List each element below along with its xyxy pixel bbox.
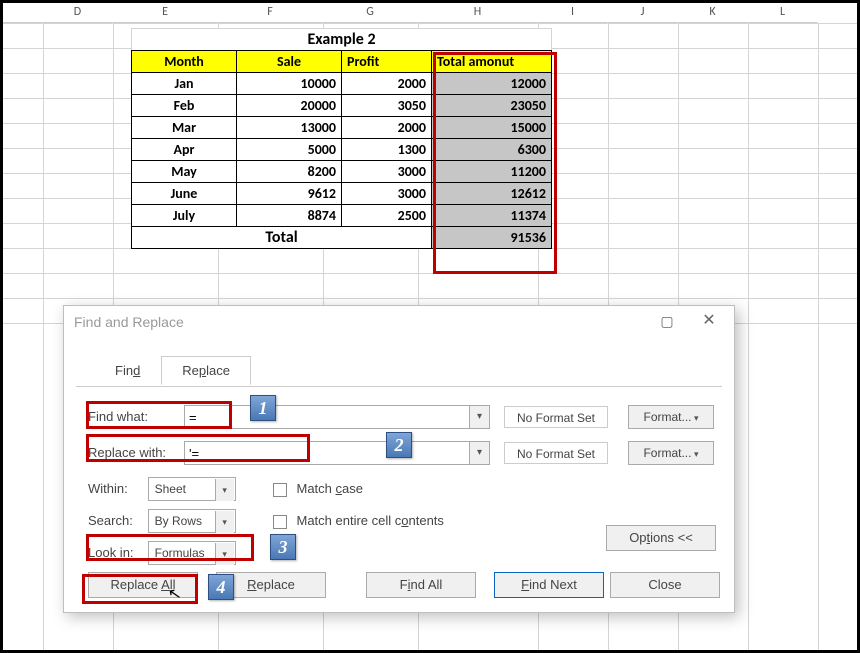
find-replace-dialog: Find and Replace ▢ ✕ Find Replace Find w… bbox=[63, 305, 735, 613]
maximize-icon[interactable]: ▢ bbox=[646, 308, 688, 334]
look-in-select[interactable]: Formulas bbox=[148, 541, 236, 565]
replace-with-input[interactable] bbox=[184, 441, 470, 465]
header-total: Total amonut bbox=[432, 51, 552, 73]
match-case-label: Match case bbox=[297, 481, 363, 496]
col-header[interactable]: H bbox=[418, 3, 538, 23]
cell-total[interactable]: 11200 bbox=[432, 161, 552, 183]
find-all-button[interactable]: Find All bbox=[366, 572, 476, 598]
find-what-input[interactable] bbox=[184, 405, 470, 429]
options-button[interactable]: Options << bbox=[606, 525, 716, 551]
replace-with-label: Replace with: bbox=[88, 441, 170, 460]
table-footer-row: Total 91536 bbox=[132, 227, 552, 249]
find-what-dropdown-icon[interactable]: ▾ bbox=[470, 405, 490, 429]
cell-sale[interactable]: 8874 bbox=[237, 205, 342, 227]
callout-number-4: 4 bbox=[208, 574, 234, 600]
col-header[interactable]: I bbox=[538, 3, 608, 23]
cell-profit[interactable]: 2500 bbox=[342, 205, 432, 227]
cell-total[interactable]: 12612 bbox=[432, 183, 552, 205]
find-format-button[interactable]: Format... bbox=[628, 405, 714, 429]
dialog-panel: Find what: ▾ No Format Set Format... Rep… bbox=[76, 386, 722, 562]
table-row[interactable]: June9612300012612 bbox=[132, 183, 552, 205]
header-profit: Profit bbox=[342, 51, 432, 73]
cell-month[interactable]: Apr bbox=[132, 139, 237, 161]
table-title-row: Example 2 bbox=[132, 29, 552, 51]
cell-month[interactable]: May bbox=[132, 161, 237, 183]
search-label: Search: bbox=[88, 509, 144, 528]
cell-sale[interactable]: 10000 bbox=[237, 73, 342, 95]
cell-total[interactable]: 11374 bbox=[432, 205, 552, 227]
match-entire-label: Match entire cell contents bbox=[297, 513, 444, 528]
header-month: Month bbox=[132, 51, 237, 73]
close-icon[interactable]: ✕ bbox=[688, 308, 730, 334]
tab-find[interactable]: Find bbox=[94, 356, 161, 385]
data-table[interactable]: Example 2 Month Sale Profit Total amonut… bbox=[131, 28, 552, 249]
col-header[interactable]: E bbox=[113, 3, 218, 23]
table-title: Example 2 bbox=[132, 29, 552, 51]
table-header-row: Month Sale Profit Total amonut bbox=[132, 51, 552, 73]
col-header[interactable]: L bbox=[748, 3, 818, 23]
table-row[interactable]: May8200300011200 bbox=[132, 161, 552, 183]
cell-total[interactable]: 15000 bbox=[432, 117, 552, 139]
cell-month[interactable]: July bbox=[132, 205, 237, 227]
cell-sale[interactable]: 9612 bbox=[237, 183, 342, 205]
table-row[interactable]: Mar13000200015000 bbox=[132, 117, 552, 139]
cell-total[interactable]: 23050 bbox=[432, 95, 552, 117]
cell-sale[interactable]: 20000 bbox=[237, 95, 342, 117]
cell-profit[interactable]: 1300 bbox=[342, 139, 432, 161]
cell-total[interactable]: 12000 bbox=[432, 73, 552, 95]
col-header[interactable]: G bbox=[323, 3, 418, 23]
replace-with-dropdown-icon[interactable]: ▾ bbox=[470, 441, 490, 465]
cell-month[interactable]: Jan bbox=[132, 73, 237, 95]
callout-number-1: 1 bbox=[250, 395, 276, 421]
footer-total: 91536 bbox=[432, 227, 552, 249]
match-case-checkbox[interactable] bbox=[273, 483, 287, 497]
column-header-row: D E F G H I J K L bbox=[3, 3, 818, 23]
find-next-button[interactable]: Find Next bbox=[494, 572, 604, 598]
header-sale: Sale bbox=[237, 51, 342, 73]
cell-month[interactable]: Feb bbox=[132, 95, 237, 117]
callout-number-3: 3 bbox=[270, 534, 296, 560]
cell-sale[interactable]: 5000 bbox=[237, 139, 342, 161]
cell-profit[interactable]: 2000 bbox=[342, 73, 432, 95]
cell-profit[interactable]: 3000 bbox=[342, 161, 432, 183]
cell-month[interactable]: June bbox=[132, 183, 237, 205]
col-header[interactable]: D bbox=[43, 3, 113, 23]
cell-total[interactable]: 6300 bbox=[432, 139, 552, 161]
cell-month[interactable]: Mar bbox=[132, 117, 237, 139]
cell-sale[interactable]: 13000 bbox=[237, 117, 342, 139]
dialog-tabs: Find Replace bbox=[94, 356, 251, 385]
search-select[interactable]: By Rows bbox=[148, 509, 236, 533]
replace-format-button[interactable]: Format... bbox=[628, 441, 714, 465]
cell-sale[interactable]: 8200 bbox=[237, 161, 342, 183]
close-button[interactable]: Close bbox=[610, 572, 720, 598]
table-row[interactable]: Jan10000200012000 bbox=[132, 73, 552, 95]
table-row[interactable]: July8874250011374 bbox=[132, 205, 552, 227]
find-what-label: Find what: bbox=[88, 405, 170, 424]
col-header[interactable]: J bbox=[608, 3, 678, 23]
tab-replace[interactable]: Replace bbox=[161, 356, 251, 385]
cell-profit[interactable]: 3000 bbox=[342, 183, 432, 205]
cell-profit[interactable]: 2000 bbox=[342, 117, 432, 139]
within-label: Within: bbox=[88, 477, 144, 496]
cell-profit[interactable]: 3050 bbox=[342, 95, 432, 117]
look-in-label: Look in: bbox=[88, 541, 144, 560]
match-entire-checkbox[interactable] bbox=[273, 515, 287, 529]
replace-format-status: No Format Set bbox=[504, 442, 608, 464]
find-format-status: No Format Set bbox=[504, 406, 608, 428]
col-header[interactable]: K bbox=[678, 3, 748, 23]
within-select[interactable]: Sheet bbox=[148, 477, 236, 501]
table-row[interactable]: Apr500013006300 bbox=[132, 139, 552, 161]
col-header[interactable]: F bbox=[218, 3, 323, 23]
dialog-title: Find and Replace bbox=[74, 314, 184, 330]
callout-number-2: 2 bbox=[386, 432, 412, 458]
footer-label: Total bbox=[132, 227, 432, 249]
table-row[interactable]: Feb20000305023050 bbox=[132, 95, 552, 117]
